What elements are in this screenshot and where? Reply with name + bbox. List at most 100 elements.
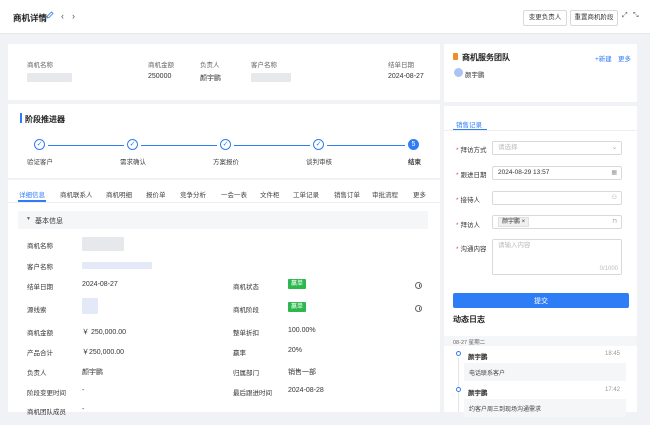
detail-amount-value: ￥ 250,000.00 — [82, 329, 126, 336]
detail-customer-label: 客户名称 — [27, 264, 53, 271]
team-more-link[interactable]: 更多 — [618, 53, 631, 63]
tab-files[interactable]: 文件柜 — [260, 189, 280, 199]
status-badge: 赢单 — [288, 279, 307, 289]
tab-more[interactable]: 更多 — [413, 189, 426, 199]
stage-step-5[interactable]: 5 — [408, 139, 419, 150]
detail-stage-change-value: - — [82, 387, 85, 394]
basic-info-title: 基本信息 — [35, 218, 63, 225]
detail-source-value[interactable] — [82, 298, 98, 314]
log-user[interactable]: 颜宇鹏 — [468, 387, 488, 397]
collapse-icon[interactable]: ⤡ — [633, 11, 639, 21]
stage-label-5: 结束 — [408, 159, 421, 166]
team-member[interactable]: 颜宇鹏 — [465, 69, 485, 79]
detail-dept-value: 销售一部 — [288, 369, 316, 376]
summary-close-date-value: 2024-08-27 — [388, 73, 424, 80]
summary-close-date-label: 结单日期 — [388, 62, 414, 69]
top-bar: 商机详情 ‹ › 变更负责人 重置商机阶段 ⤢ ⤡ — [0, 0, 650, 34]
team-card: 商机服务团队 +新建 更多 颜宇鹏 — [444, 44, 637, 102]
summary-customer-label: 客户名称 — [251, 62, 277, 69]
summary-owner-value[interactable]: 颜宇鹏 — [200, 73, 221, 83]
change-owner-button[interactable]: 变更负责人 — [523, 10, 567, 26]
tab-items[interactable]: 商机明细 — [106, 189, 132, 199]
reset-stage-button[interactable]: 重置商机阶段 — [570, 10, 618, 26]
team-icon — [453, 53, 458, 60]
team-title: 商机服务团队 — [462, 53, 510, 62]
detail-team-label: 商机团队成员 — [27, 409, 66, 416]
avatar — [454, 68, 463, 77]
log-content: 约客户周三到现场沟通需求 — [464, 399, 626, 417]
clock-icon[interactable] — [415, 282, 422, 289]
detail-close-date-label: 结单日期 — [27, 284, 53, 291]
tab-approval[interactable]: 审批流程 — [372, 189, 398, 199]
detail-stage-label: 商机阶段 — [233, 307, 259, 314]
detail-stage-change-label: 阶段变更时间 — [27, 390, 66, 397]
tab-quote[interactable]: 报价单 — [146, 189, 166, 199]
tab-sales-record[interactable]: 销售记录 — [456, 119, 482, 129]
stage-step-2[interactable]: ✓ — [127, 139, 138, 150]
log-time: 17:42 — [605, 387, 621, 393]
next-icon[interactable]: › — [72, 11, 75, 21]
tab-orders[interactable]: 销售订单 — [334, 189, 360, 199]
log-date: 08-27 星期二 — [453, 340, 486, 346]
detail-win-rate-label: 赢率 — [233, 350, 246, 357]
detail-owner-label: 负责人 — [27, 370, 47, 377]
log-content: 电话联系客户 — [464, 363, 626, 381]
summary-name-value — [27, 73, 72, 82]
prev-icon[interactable]: ‹ — [61, 11, 64, 21]
tab-competition[interactable]: 竞争分析 — [180, 189, 206, 199]
basic-info-header[interactable]: ▼ 基本信息 — [18, 211, 428, 229]
visitor-label: * 拜访人 — [456, 222, 481, 229]
submit-button[interactable]: 提交 — [453, 293, 629, 308]
detail-product-total-label: 产品合计 — [27, 350, 53, 357]
visitor-field[interactable]: 颜宇鹏 × ⊓ — [492, 215, 622, 229]
detail-team-value: - — [82, 406, 85, 413]
edit-icon[interactable] — [46, 11, 54, 21]
summary-customer-value — [251, 73, 291, 82]
stage-title: 阶段推进器 — [25, 115, 65, 124]
log-title: 动态日志 — [453, 315, 485, 324]
detail-name-label: 商机名称 — [27, 243, 53, 250]
stage-step-1[interactable]: ✓ — [34, 139, 45, 150]
detail-close-date-value: 2024-08-27 — [82, 281, 118, 288]
lock-icon: ⊓ — [612, 219, 617, 225]
team-new-link[interactable]: +新建 — [595, 53, 612, 63]
detail-dept-label: 归属部门 — [233, 370, 259, 377]
visit-method-label: * 拜访方式 — [456, 147, 487, 154]
follow-date-field[interactable]: 2024-08-29 13:57 ▦ — [492, 166, 622, 180]
detail-discount-value: 100.00% — [288, 327, 316, 334]
tab-tickets[interactable]: 工单记录 — [293, 189, 319, 199]
visitor-tag[interactable]: 颜宇鹏 × — [498, 217, 530, 227]
receiver-label: * 接待人 — [456, 197, 481, 204]
summary-owner-label: 负责人 — [200, 62, 220, 69]
detail-amount-label: 商机金额 — [27, 330, 53, 337]
tab-contacts[interactable]: 商机联系人 — [60, 189, 93, 199]
stage-label-3: 方案报价 — [213, 159, 239, 166]
tab-detail[interactable]: 详细信息 — [19, 189, 45, 199]
visit-method-select[interactable]: 请选择 ⌄ — [492, 141, 622, 155]
summary-card: 商机名称 商机金额 负责人 客户名称 结单日期 250000 颜宇鹏 2024-… — [8, 44, 440, 100]
stage-card: 阶段推进器 ✓ ✓ ✓ ✓ 5 验证客户 需求确认 方案报价 谈判审核 结束 — [8, 104, 440, 178]
summary-amount-label: 商机金额 — [148, 62, 174, 69]
stage-step-3[interactable]: ✓ — [220, 139, 231, 150]
log-time: 18:45 — [605, 351, 621, 357]
clock-icon[interactable] — [415, 305, 422, 312]
detail-discount-label: 整单折扣 — [233, 330, 259, 337]
stage-badge: 赢单 — [288, 302, 307, 312]
chevron-down-icon: ▼ — [26, 216, 31, 222]
detail-win-rate-value: 20% — [288, 347, 303, 354]
content-label: * 沟通内容 — [456, 246, 487, 253]
detail-product-total-value: ￥250,000.00 — [82, 349, 125, 356]
receiver-field[interactable]: ⚇ — [492, 191, 622, 205]
detail-name-value — [82, 237, 124, 251]
log-user[interactable]: 颜宇鹏 — [468, 351, 488, 361]
stage-step-4[interactable]: ✓ — [313, 139, 324, 150]
stage-label-2: 需求确认 — [120, 159, 146, 166]
detail-owner-value[interactable]: 颜宇鹏 — [82, 367, 103, 377]
expand-icon[interactable]: ⤢ — [622, 11, 628, 21]
chevron-down-icon: ⌄ — [611, 145, 617, 151]
summary-amount-value: 250000 — [148, 73, 172, 80]
user-icon: ⚇ — [611, 195, 617, 201]
tab-meeting[interactable]: 一会一表 — [221, 189, 247, 199]
content-textarea[interactable]: 请输入内容 0/1000 — [492, 239, 622, 275]
detail-customer-value[interactable] — [82, 262, 152, 269]
